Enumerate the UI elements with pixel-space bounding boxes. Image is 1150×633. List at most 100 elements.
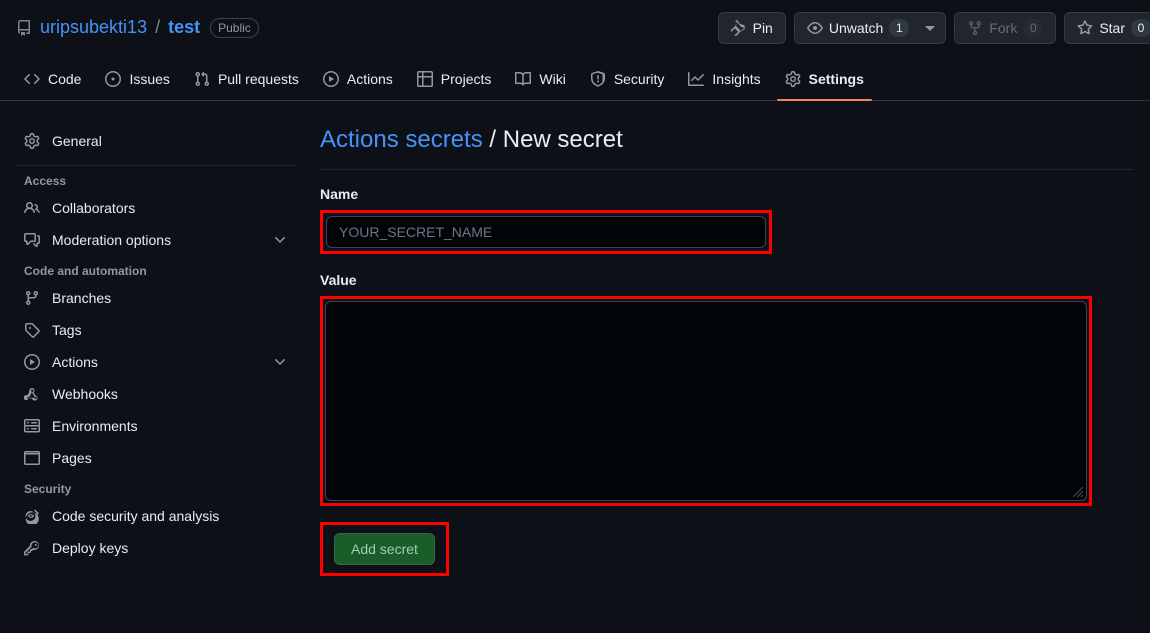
code-icon (24, 71, 40, 87)
repo-visibility-badge: Public (210, 18, 259, 38)
pin-button[interactable]: Pin (717, 12, 786, 44)
tab-security-label: Security (613, 70, 665, 87)
secret-value-textarea[interactable] (325, 301, 1087, 501)
play-icon (322, 70, 339, 87)
unwatch-button-label: Unwatch (828, 20, 884, 36)
star-button-label: Star (1099, 20, 1125, 36)
star-count: 0 (1131, 19, 1150, 37)
secret-value-field-block: Value (320, 272, 1134, 506)
unwatch-count: 1 (889, 19, 910, 37)
tab-settings[interactable]: Settings (776, 56, 873, 101)
sidebar-item-deploy-keys[interactable]: Deploy keys (16, 532, 296, 564)
main-content: Actions secrets / New secret Name Value (312, 125, 1134, 576)
sidebar-item-moderation-options-label: Moderation options (52, 232, 172, 248)
secret-name-field-block: Name (320, 186, 1134, 254)
sidebar-item-tags-label: Tags (52, 322, 82, 338)
table-icon (416, 70, 433, 87)
star-icon (1077, 20, 1093, 36)
fork-button[interactable]: Fork 0 (954, 12, 1057, 44)
tab-wiki-label: Wiki (539, 70, 566, 87)
shield-icon (590, 70, 606, 87)
sidebar-item-collaborators[interactable]: Collaborators (16, 192, 296, 224)
tab-actions-label: Actions (346, 70, 393, 87)
annotation-box-add-secret-button: Add secret (320, 522, 449, 576)
webhook-icon (24, 386, 40, 402)
star-button[interactable]: Star 0 (1064, 12, 1150, 44)
sidebar-item-collaborators-label: Collaborators (52, 200, 136, 216)
sidebar-item-pages[interactable]: Pages (16, 442, 296, 474)
sidebar-item-actions-label: Actions (52, 354, 98, 370)
tab-projects[interactable]: Projects (409, 56, 500, 101)
repo-nav: Code Issues Pull requests Actions Projec… (0, 56, 1150, 101)
unwatch-button[interactable]: Unwatch 1 (793, 12, 947, 44)
repo-header-actions: Pin Unwatch 1 Fork 0 Star 0 (717, 12, 1150, 44)
secret-value-textarea-wrap (325, 301, 1087, 501)
repo-title-separator: / (155, 17, 161, 38)
sidebar-item-code-security-and-analysis-label: Code security and analysis (52, 508, 220, 524)
sidebar-item-general-label: General (52, 133, 102, 149)
chevron-down-icon (272, 232, 288, 248)
server-icon (24, 418, 40, 434)
sidebar-item-webhooks[interactable]: Webhooks (16, 378, 296, 410)
key-icon (24, 540, 40, 556)
submit-row: Add secret (320, 522, 1134, 576)
git-pull-request-icon (194, 71, 210, 87)
issue-opened-icon (105, 70, 122, 87)
sidebar-item-deploy-keys-label: Deploy keys (52, 540, 129, 556)
repo-owner-link[interactable]: uripsubekti13 (40, 17, 147, 39)
add-secret-button[interactable]: Add secret (334, 533, 435, 565)
sidebar-item-pages-label: Pages (52, 450, 92, 466)
tab-insights[interactable]: Insights (680, 56, 768, 101)
tab-code-label: Code (48, 70, 82, 87)
git-branch-icon (24, 290, 40, 306)
annotation-box-value-textarea (320, 296, 1092, 506)
tab-security[interactable]: Security (582, 56, 673, 101)
fork-button-label: Fork (989, 20, 1018, 36)
tab-issues[interactable]: Issues (97, 56, 177, 101)
sidebar-item-tags[interactable]: Tags (16, 314, 296, 346)
chevron-down-icon (925, 25, 936, 31)
fork-count: 0 (1023, 19, 1044, 37)
tab-pull-requests[interactable]: Pull requests (186, 56, 307, 101)
unwatch-button-main[interactable]: Unwatch 1 (795, 13, 917, 43)
secret-name-input[interactable] (326, 216, 766, 248)
tab-actions[interactable]: Actions (315, 56, 401, 101)
sidebar-item-general[interactable]: General (16, 125, 296, 157)
people-icon (24, 200, 40, 216)
tab-wiki[interactable]: Wiki (507, 56, 573, 101)
sidebar-item-code-security-and-analysis[interactable]: Code security and analysis (16, 500, 296, 532)
tag-icon (24, 322, 40, 338)
secret-name-label: Name (320, 186, 359, 202)
secret-value-label: Value (320, 272, 357, 288)
browser-icon (24, 450, 40, 466)
breadcrumb-current: New secret (502, 126, 623, 153)
gear-icon (24, 133, 40, 149)
tab-projects-label: Projects (440, 70, 492, 87)
tab-issues-label: Issues (129, 70, 170, 87)
graph-icon (688, 71, 705, 87)
tab-settings-label: Settings (808, 70, 864, 87)
page-body: General Access Collaborators Moderation … (0, 101, 1150, 576)
page-title: Actions secrets / New secret (320, 125, 1134, 170)
repo-title: uripsubekti13 / test Public (16, 17, 259, 39)
pin-button-label: Pin (752, 20, 773, 36)
sidebar-item-environments[interactable]: Environments (16, 410, 296, 442)
sidebar-group-access-title: Access (24, 174, 67, 188)
tab-pull-requests-label: Pull requests (217, 70, 299, 87)
sidebar-item-webhooks-label: Webhooks (52, 386, 118, 402)
chevron-down-icon (272, 354, 288, 370)
annotation-box-name-input (320, 210, 772, 254)
pin-icon (730, 20, 747, 36)
sidebar-group-code-automation-title: Code and automation (24, 264, 147, 278)
repo-header: uripsubekti13 / test Public Pin Unwatch … (0, 0, 1150, 56)
unwatch-dropdown-caret[interactable] (923, 13, 945, 43)
repo-name-link[interactable]: test (168, 17, 200, 39)
sidebar-item-moderation-options[interactable]: Moderation options (16, 224, 296, 256)
sidebar-divider (16, 165, 296, 166)
tab-insights-label: Insights (712, 70, 761, 87)
sidebar-item-branches[interactable]: Branches (16, 282, 296, 314)
settings-sidebar: General Access Collaborators Moderation … (16, 125, 312, 576)
breadcrumb-actions-secrets-link[interactable]: Actions secrets (320, 126, 483, 153)
sidebar-item-actions[interactable]: Actions (16, 346, 296, 378)
tab-code[interactable]: Code (16, 56, 89, 101)
